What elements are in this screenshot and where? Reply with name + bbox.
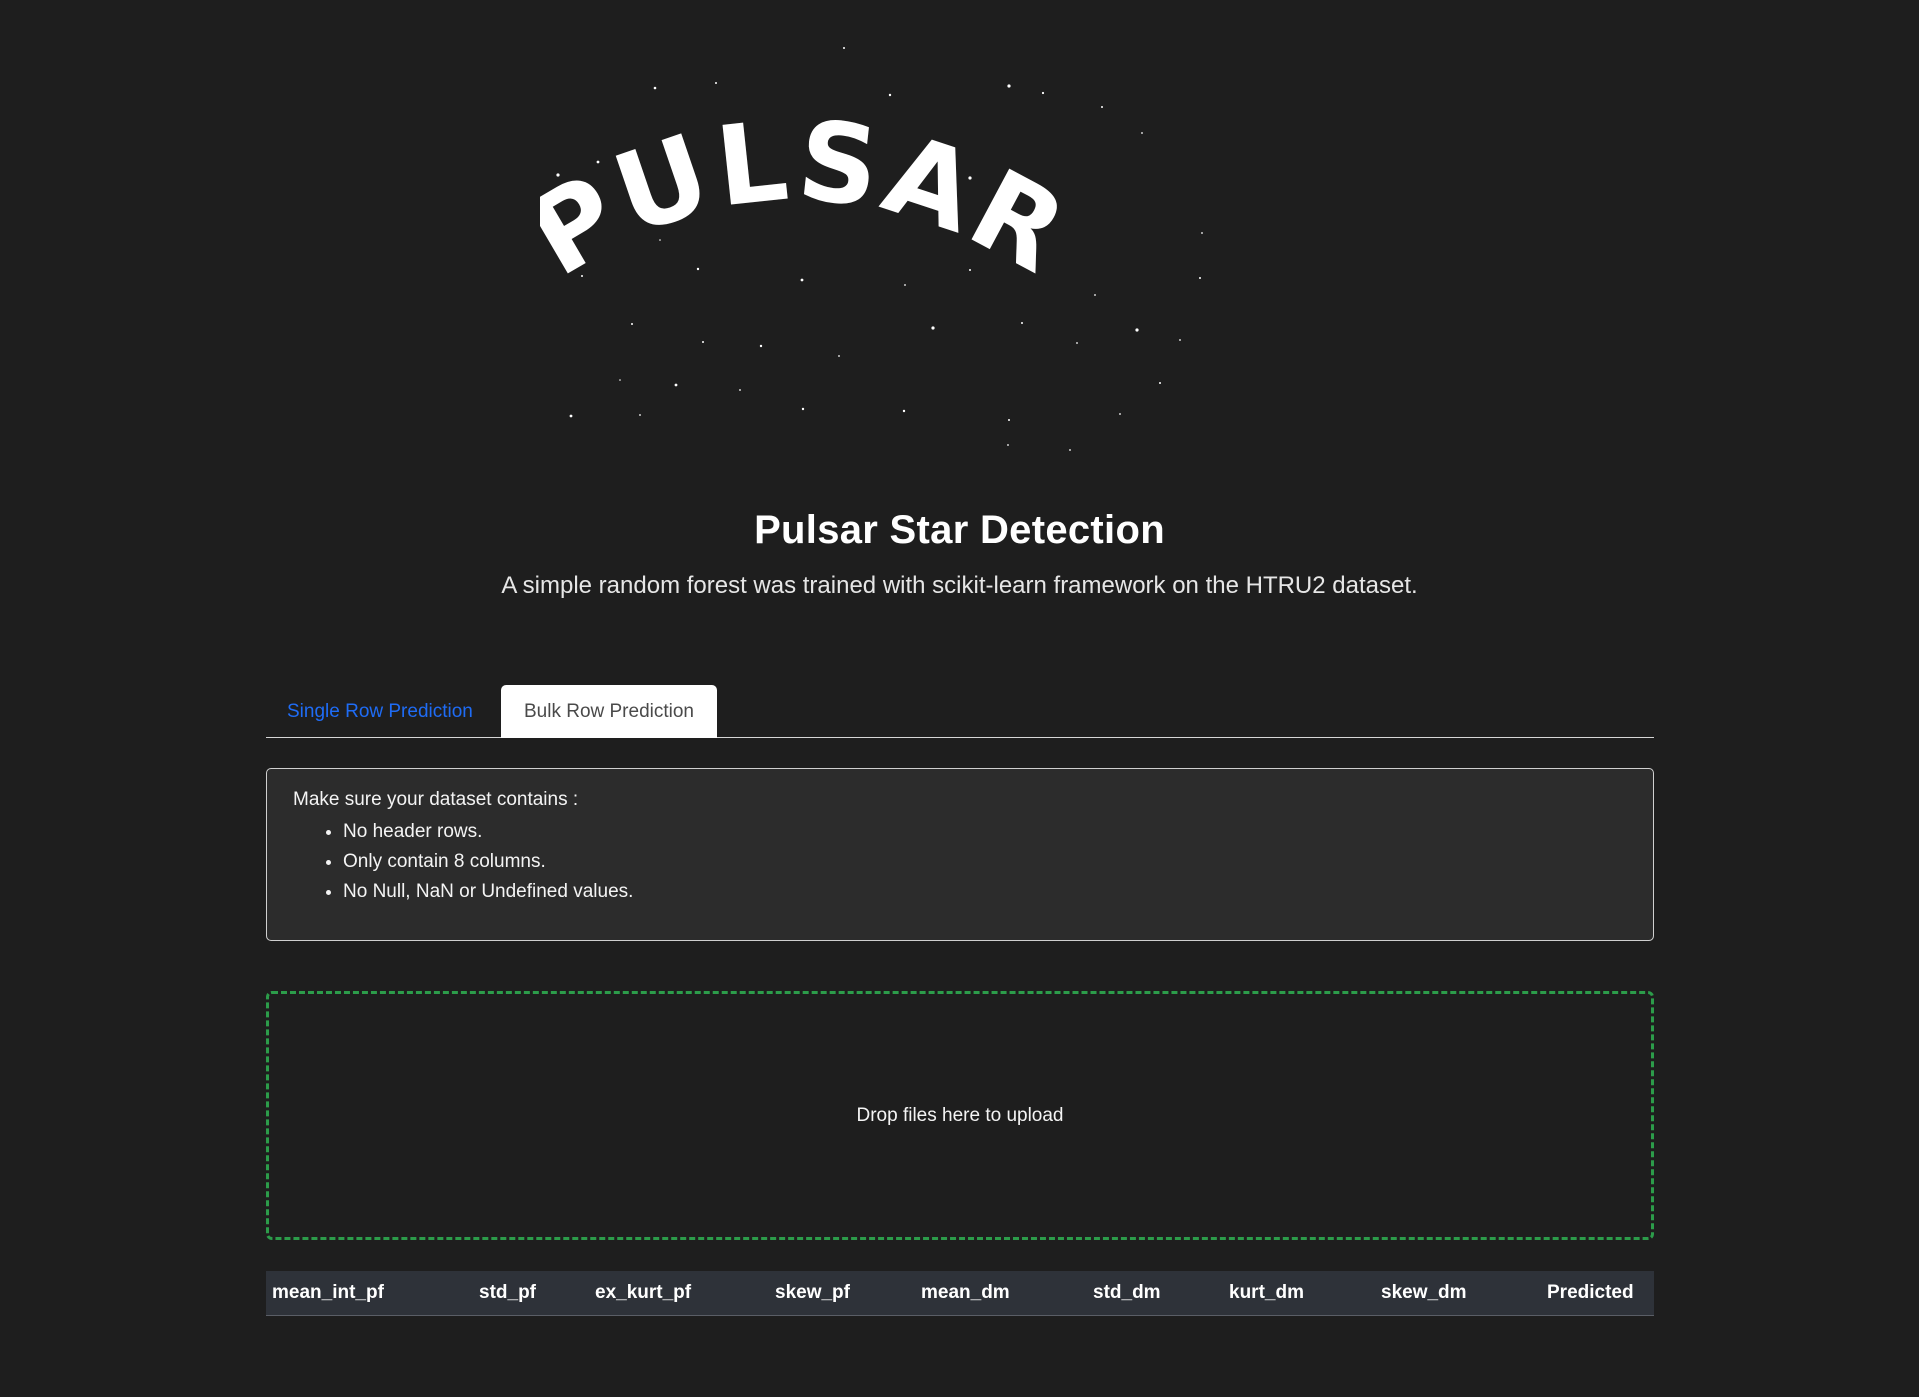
list-item: Only contain 8 columns. (343, 847, 1627, 877)
prediction-tabs: Single Row Prediction Bulk Row Predictio… (266, 685, 1654, 738)
column-header: Predicted (1547, 1282, 1634, 1303)
column-header: skew_pf (775, 1282, 850, 1303)
dropzone-label: Drop files here to upload (856, 1104, 1064, 1126)
dataset-requirements-box: Make sure your dataset contains : No hea… (266, 768, 1654, 941)
list-item: No header rows. (343, 817, 1627, 847)
column-header: ex_kurt_pf (595, 1282, 692, 1303)
column-header: mean_int_pf (272, 1282, 384, 1303)
page-subtitle: A simple random forest was trained with … (501, 572, 1418, 599)
column-header: mean_dm (921, 1282, 1010, 1303)
tab-bulk-row-prediction[interactable]: Bulk Row Prediction (501, 685, 717, 738)
pulsars-logo-text: PULSARS (540, 40, 1089, 301)
pulsars-logo-image: PULSARS (540, 40, 1203, 451)
dataset-requirements-intro: Make sure your dataset contains : (293, 789, 579, 810)
column-header: skew_dm (1381, 1282, 1467, 1303)
results-table: mean_int_pf std_pf ex_kurt_pf skew_pf me… (266, 1271, 1654, 1316)
page: PULSARS Pulsar Star Detection A simple r… (0, 0, 1919, 1397)
column-header: std_dm (1093, 1282, 1161, 1303)
page-title: Pulsar Star Detection (754, 508, 1165, 552)
list-item: No Null, NaN or Undefined values. (343, 877, 1627, 907)
file-upload-dropzone[interactable]: Drop files here to upload (266, 991, 1654, 1240)
table-header-row: mean_int_pf std_pf ex_kurt_pf skew_pf me… (266, 1271, 1654, 1316)
column-header: std_pf (479, 1282, 536, 1303)
pulsars-logo-banner: PULSARS (540, 40, 1380, 510)
dataset-requirements-list: No header rows. Only contain 8 columns. … (293, 817, 1627, 907)
tab-single-row-prediction[interactable]: Single Row Prediction (266, 685, 494, 738)
column-header: kurt_dm (1229, 1282, 1304, 1303)
